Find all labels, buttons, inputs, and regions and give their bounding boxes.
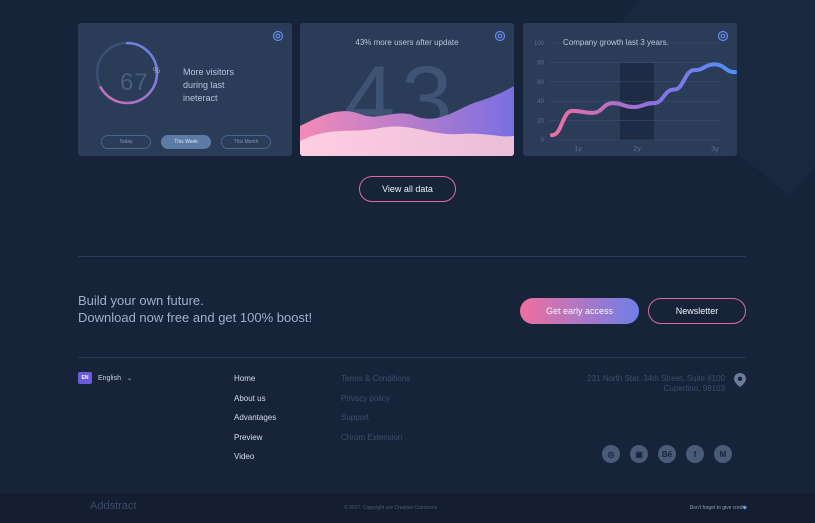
- segment-today[interactable]: Today: [101, 135, 151, 149]
- cta-line-2: Download now free and get 100% boost!: [78, 310, 313, 325]
- footer-link-preview[interactable]: Preview: [234, 433, 276, 453]
- growth-card: 100 80 60 40 20 0 1y 2y 3y Company growth last 3…: [523, 23, 737, 156]
- footer-link-about[interactable]: About us: [234, 394, 276, 414]
- y-tick-label: 20: [537, 119, 544, 125]
- behance-icon[interactable]: Bē: [658, 445, 676, 463]
- footer-nav-secondary: Terms & Conditions Privacy policy Suppor…: [341, 374, 410, 452]
- address: 231 North Star. 34th Street, Suite #100 …: [587, 374, 725, 394]
- address-line-1: 231 North Star. 34th Street, Suite #100: [587, 374, 725, 383]
- heart-icon: ♥: [742, 505, 747, 512]
- language-selector[interactable]: EN English ⌄: [78, 372, 132, 384]
- location-pin-icon[interactable]: [734, 373, 746, 387]
- visitors-unit: %: [153, 66, 161, 75]
- cta-heading: Build your own future. Download now free…: [78, 292, 312, 326]
- view-all-data-button[interactable]: View all data: [359, 176, 456, 202]
- footer-link-support[interactable]: Support: [341, 413, 410, 433]
- y-tick-label: 60: [537, 80, 544, 86]
- users-card: 43 43% more users after update: [300, 23, 514, 156]
- footer-link-home[interactable]: Home: [234, 374, 276, 394]
- footer-link-advantages[interactable]: Advantages: [234, 413, 276, 433]
- y-tick-label: 80: [537, 60, 544, 66]
- growth-title: Company growth last 3 years.: [563, 38, 669, 47]
- gear-icon[interactable]: [717, 30, 729, 42]
- x-tick-label: 2y: [633, 146, 641, 153]
- x-tick-label: 3y: [711, 146, 719, 153]
- footer-link-video[interactable]: Video: [234, 452, 276, 472]
- medium-icon[interactable]: M: [714, 445, 732, 463]
- newsletter-button[interactable]: Newsletter: [648, 298, 746, 324]
- dribbble-icon[interactable]: ◎: [602, 445, 620, 463]
- social-links: ◎ ▣ Bē f M: [602, 445, 732, 463]
- instagram-icon[interactable]: ▣: [630, 445, 648, 463]
- wave-graphic: [300, 86, 514, 156]
- brand-logo[interactable]: Addstract: [90, 500, 136, 512]
- y-tick-label: 0: [541, 138, 545, 144]
- cta-line-1: Build your own future.: [78, 293, 204, 308]
- language-label: English: [98, 374, 121, 382]
- highlight-bar: [620, 63, 654, 140]
- visitors-description: More visitors during last ineteract: [183, 67, 235, 103]
- footer-link-terms[interactable]: Terms & Conditions: [341, 374, 410, 394]
- footer-nav-primary: Home About us Advantages Preview Video: [234, 374, 276, 472]
- footer-link-chrome-extension[interactable]: Chrom Extension: [341, 433, 410, 453]
- y-tick-label: 100: [534, 41, 545, 47]
- get-early-access-button[interactable]: Get early access: [520, 298, 639, 324]
- gear-icon[interactable]: [272, 30, 284, 42]
- address-line-2: Cupertino, 98103: [663, 384, 725, 393]
- visitors-card: 67 % More visitors during last ineteract…: [78, 23, 292, 156]
- visitors-value: 67: [120, 69, 149, 96]
- users-title: 43% more users after update: [355, 38, 459, 47]
- period-selector: Today This Week This Month: [101, 135, 271, 149]
- copyright: © 2017. Copyright are Creative Commons: [344, 505, 438, 511]
- divider: [78, 256, 746, 257]
- y-tick-label: 40: [537, 99, 544, 105]
- x-tick-label: 1y: [574, 146, 582, 153]
- segment-this-week[interactable]: This Week: [161, 135, 211, 149]
- segment-this-month[interactable]: This Month: [221, 135, 271, 149]
- divider: [78, 357, 746, 358]
- chevron-down-icon: ⌄: [126, 375, 132, 382]
- credit-text: Don't forget to give credit: [689, 505, 745, 511]
- facebook-icon[interactable]: f: [686, 445, 704, 463]
- language-flag-icon: EN: [78, 372, 92, 384]
- footer-link-privacy[interactable]: Privacy policy: [341, 394, 410, 414]
